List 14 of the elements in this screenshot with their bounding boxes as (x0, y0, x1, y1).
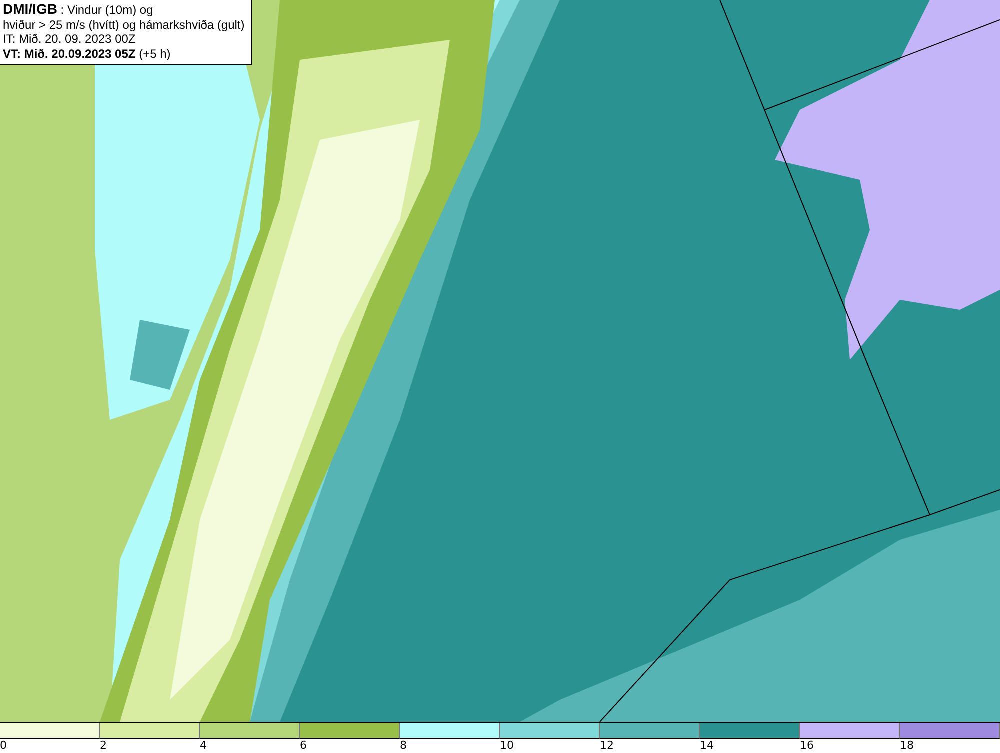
legend-label: 12 (600, 739, 614, 753)
legend-label: 0 (0, 739, 7, 753)
info-line: hviður > 25 m/s (hvítt) og hámarkshviða (gult) (3, 18, 245, 32)
legend-label: 16 (800, 739, 814, 753)
info-line: IT: Mið. 20. 09. 2023 00Z (3, 32, 137, 46)
legend-label: 2 (100, 739, 107, 753)
legend-label: 8 (400, 739, 407, 753)
legend-label: 6 (300, 739, 307, 753)
legend-label: 14 (700, 739, 714, 753)
info-line: DMI/IGB : Vindur (10m) og (3, 2, 154, 18)
legend-label: 18 (900, 739, 914, 753)
legend-label: 4 (200, 739, 207, 753)
legend-label: 10 (500, 739, 514, 753)
info-line: VT: Mið. 20.09.2023 05Z (+5 h) (3, 46, 172, 61)
